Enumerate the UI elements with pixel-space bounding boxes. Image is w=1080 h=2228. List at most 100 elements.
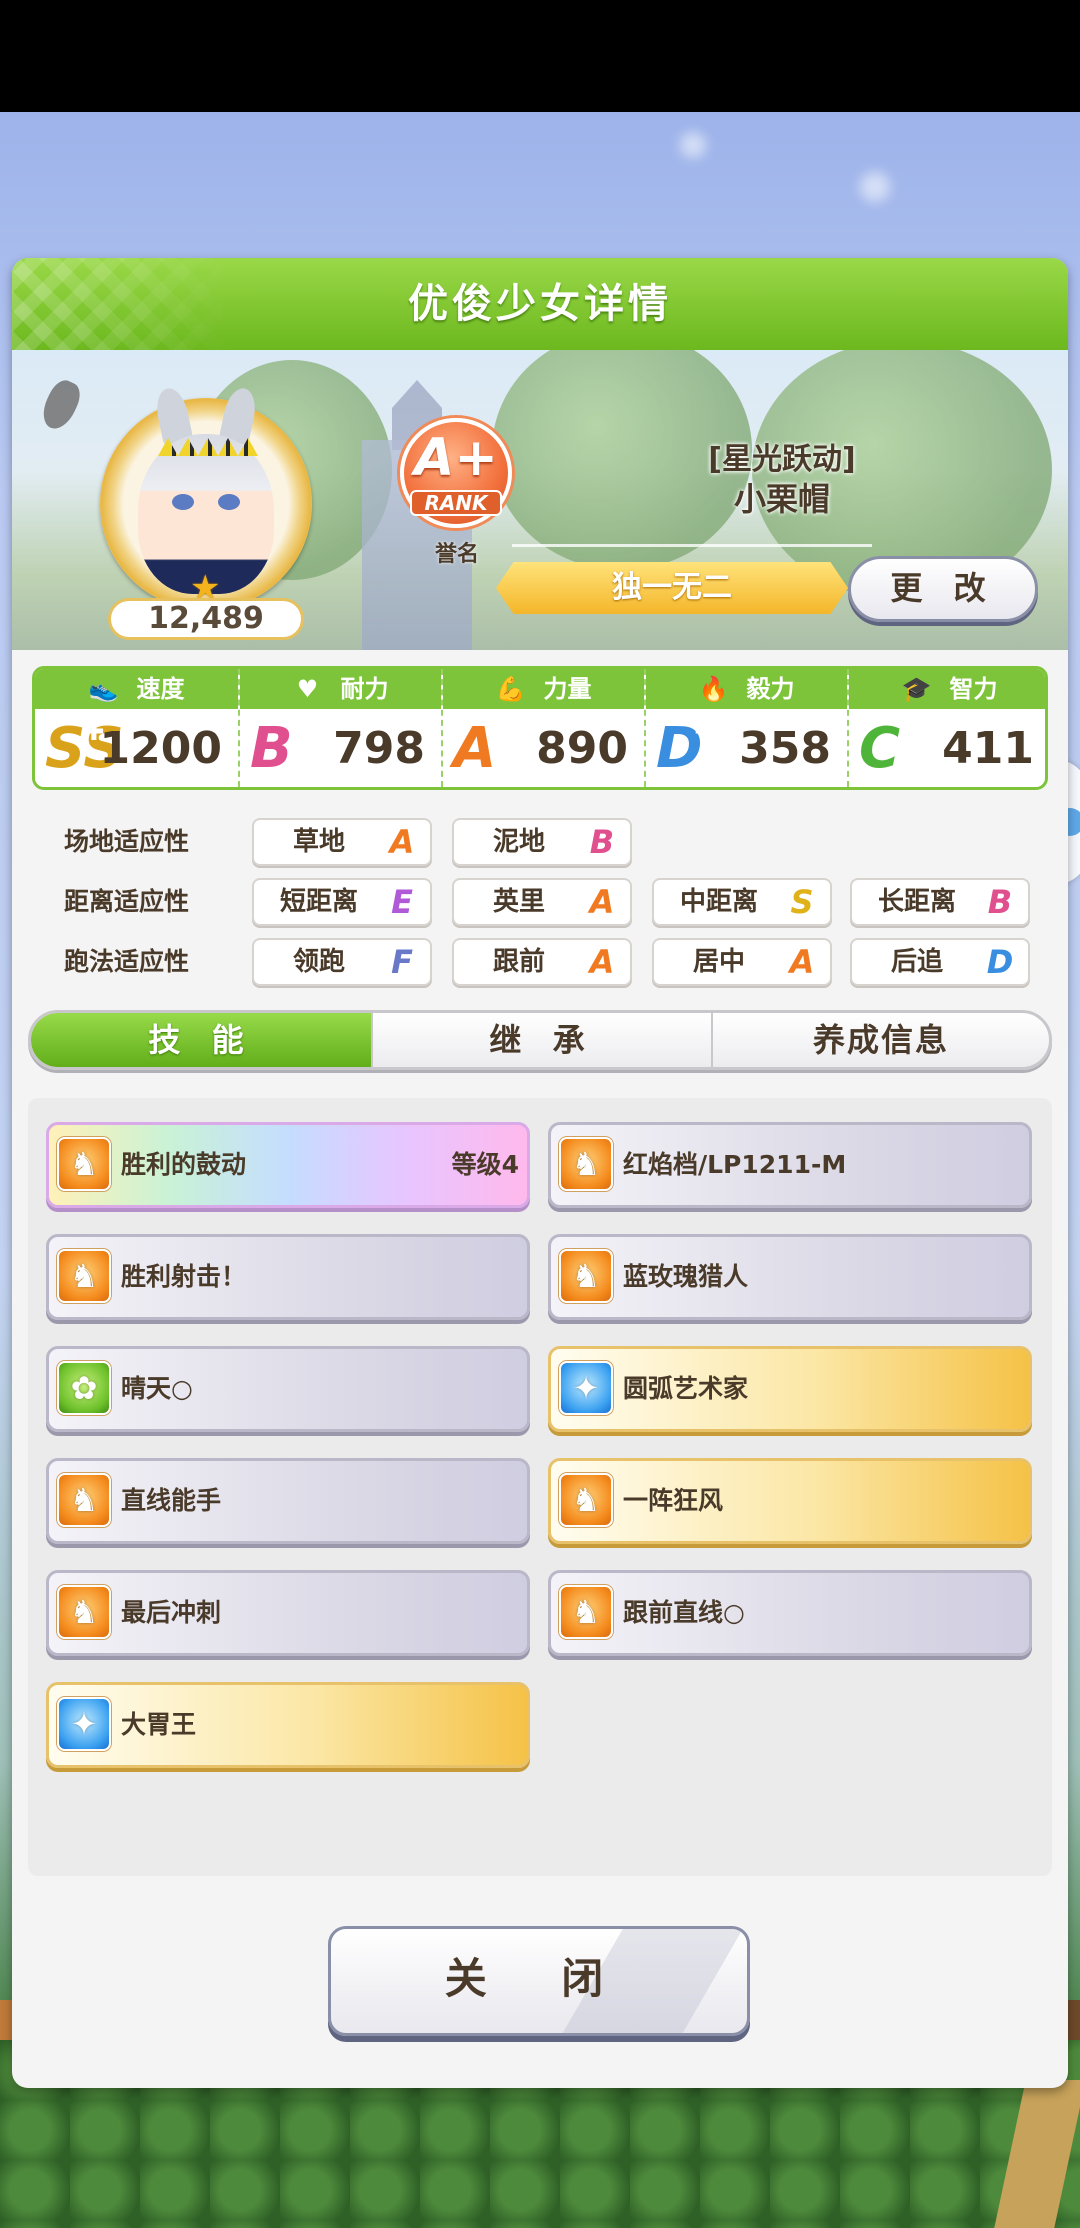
skill-item[interactable]: ♞ 直线能手	[46, 1458, 530, 1544]
stat-1: ♥ 耐力 B + 798	[238, 669, 441, 787]
aptitude-name: 短距离	[279, 887, 358, 917]
stat-header: 💪 力量	[443, 669, 644, 709]
stat-header: 🎓 智力	[849, 669, 1045, 709]
skill-icon: ♞	[57, 1473, 111, 1527]
skill-name: 胜利射击！	[121, 1262, 247, 1291]
rank-badge: A+ RANK	[400, 418, 512, 528]
stat-value: 798	[333, 723, 425, 774]
skill-icon: ✿	[57, 1361, 111, 1415]
aptitude-grade: B	[589, 823, 615, 861]
stat-4: 🎓 智力 C 411	[847, 669, 1045, 787]
tab-training-info[interactable]: 养成信息	[711, 1013, 1049, 1067]
epithet-banner[interactable]: 独一无二	[496, 562, 848, 614]
aptitude-name: 英里	[492, 887, 545, 917]
aptitude-cell: 领跑 F	[252, 938, 432, 986]
aptitude-grade: A	[789, 943, 815, 981]
skill-item[interactable]: ♞ 红焰档/LP1211-M	[548, 1122, 1032, 1208]
aptitude-name: 草地	[292, 827, 345, 857]
stat-value: 890	[536, 723, 628, 774]
aptitude-label: 跑法适应性	[64, 947, 190, 976]
skill-item[interactable]: ♞ 胜利的鼓动 等级4	[46, 1122, 530, 1208]
aptitude-distance-row: 距离适应性 短距离 E 英里 A 中距离 S 长距离 B	[12, 878, 1068, 926]
skill-item[interactable]: ♞ 蓝玫瑰猎人	[548, 1234, 1032, 1320]
aptitude-name: 后追	[890, 947, 943, 977]
close-button[interactable]: 关 闭	[328, 1926, 750, 2036]
aptitude-grade: S	[790, 883, 814, 921]
aptitude-cell: 草地 A	[252, 818, 432, 866]
character-name: 小栗帽	[733, 480, 830, 518]
tab-inheritance[interactable]: 继 承	[371, 1013, 711, 1067]
stat-grade: B +	[250, 715, 311, 781]
skill-name: 蓝玫瑰猎人	[623, 1262, 749, 1291]
panel-title: 优俊少女详情	[408, 281, 672, 327]
fame-label: 誉名	[434, 542, 479, 567]
skill-icon: ♞	[57, 1249, 111, 1303]
stat-header: ♥ 耐力	[240, 669, 441, 709]
skill-icon: ♞	[559, 1585, 613, 1639]
aptitude-grade: D	[986, 943, 1014, 981]
umamusume-detail-panel: 优俊少女详情 ★ 12,489 A+ RANK 誉名 [星光跃动] 小栗帽 独一…	[12, 258, 1068, 2088]
aptitude-cell: 中距离 S	[652, 878, 832, 926]
stat-header: 🔥 毅力	[646, 669, 847, 709]
aptitude-cell: 短距离 E	[252, 878, 432, 926]
skill-item[interactable]: ♞ 跟前直线○	[548, 1570, 1032, 1656]
skill-list: ♞ 胜利的鼓动 等级4 ♞ 红焰档/LP1211-M ♞ 胜利射击！ ♞ 蓝玫瑰猎人 ✿ 晴天○ ✦ 圆…	[28, 1098, 1052, 1876]
aptitude-grade: F	[391, 943, 413, 981]
rank-label: RANK	[410, 490, 502, 516]
skill-name: 最后冲刺	[121, 1598, 222, 1627]
stat-2: 💪 力量 A 890	[441, 669, 644, 787]
character-portrait: ★	[100, 398, 312, 610]
stat-0: 👟 速度 SS +1200	[35, 669, 238, 787]
skill-item[interactable]: ♞ 胜利射击！	[46, 1234, 530, 1320]
skill-item[interactable]: ✦ 大胃王	[46, 1682, 530, 1768]
eye-left	[172, 494, 194, 510]
skill-level: 等级4	[451, 1150, 519, 1179]
panel-header: 优俊少女详情	[12, 258, 1068, 350]
skill-icon: ♞	[57, 1137, 111, 1191]
skill-icon: ✦	[559, 1361, 613, 1415]
aptitude-name: 跟前	[492, 947, 545, 977]
stat-grade: C	[859, 716, 901, 781]
stat-label: 力量	[543, 675, 592, 703]
skill-icon: ♞	[559, 1137, 613, 1191]
sparkle	[680, 132, 706, 158]
aptitude-grade: A	[389, 823, 415, 861]
aptitude-name: 中距离	[679, 887, 758, 917]
aptitude-grade: B	[987, 883, 1013, 921]
stat-grade: D +	[656, 715, 717, 781]
costume-title: [星光跃动]	[708, 442, 856, 477]
sparkle	[860, 172, 890, 202]
change-button[interactable]: 更 改	[848, 556, 1038, 622]
skill-name: 晴天○	[121, 1374, 193, 1403]
skill-name: 一阵狂风	[623, 1486, 724, 1515]
aptitude-grade: E	[391, 883, 413, 921]
stat-value: 1200	[99, 723, 222, 774]
stats-bar: 👟 速度 SS +1200 ♥ 耐力 B + 798 💪 力量 A 890 🔥 毅力 D + 358 🎓 智力 C 411	[32, 666, 1048, 790]
aptitude-grade: A	[589, 883, 615, 921]
header-pattern	[12, 258, 232, 350]
aptitude-cell: 英里 A	[452, 878, 632, 926]
skill-icon: ♞	[559, 1249, 613, 1303]
skill-icon: ♞	[559, 1473, 613, 1527]
tab-skills[interactable]: 技 能	[31, 1013, 371, 1067]
close-label: 关 闭	[444, 1954, 634, 2003]
skill-name: 直线能手	[121, 1486, 222, 1515]
stat-label: 速度	[136, 675, 185, 703]
aptitude-name: 长距离	[877, 887, 956, 917]
skill-item[interactable]: ♞ 一阵狂风	[548, 1458, 1032, 1544]
muscle-icon: 💪	[495, 675, 526, 703]
divider	[512, 544, 872, 547]
aptitude-name: 泥地	[492, 827, 545, 857]
aptitude-label: 场地适应性	[64, 827, 190, 856]
aptitude-cell: 长距离 B	[850, 878, 1030, 926]
skill-item[interactable]: ♞ 最后冲刺	[46, 1570, 530, 1656]
skill-icon: ✦	[57, 1697, 111, 1751]
stat-value: 411	[942, 723, 1034, 774]
skill-item[interactable]: ✿ 晴天○	[46, 1346, 530, 1432]
graduation-cap-icon: 🎓	[901, 675, 932, 703]
skill-item[interactable]: ✦ 圆弧艺术家	[548, 1346, 1032, 1432]
detail-tabs: 技 能 继 承 养成信息	[28, 1010, 1052, 1070]
aptitude-label: 距离适应性	[64, 887, 190, 916]
aptitude-grade: A	[589, 943, 615, 981]
stat-value: 358	[739, 723, 831, 774]
